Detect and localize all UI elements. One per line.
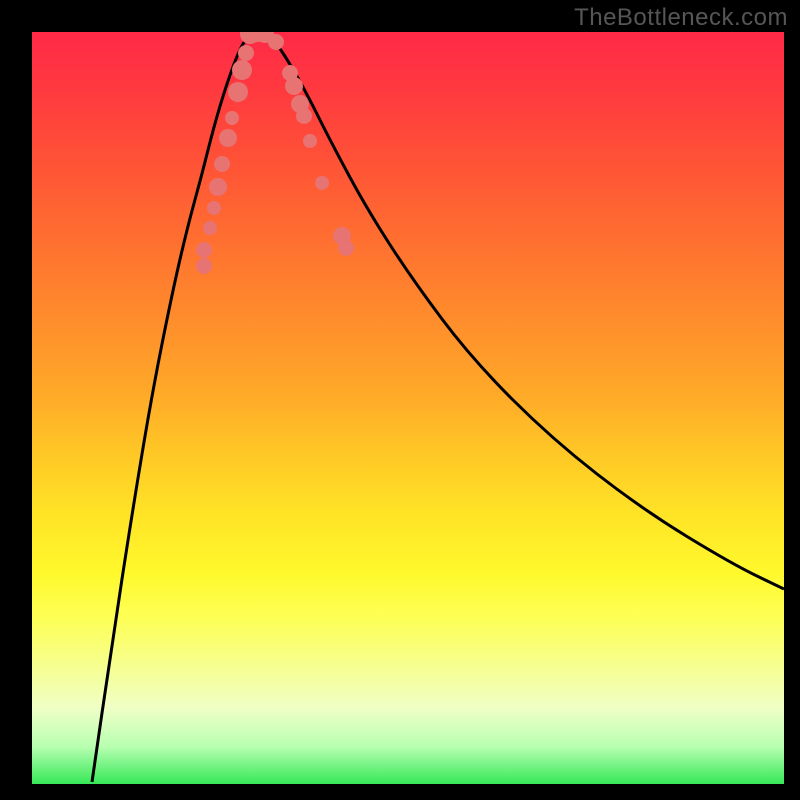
marker-dot: [196, 258, 212, 274]
marker-dot: [285, 77, 303, 95]
marker-dot: [225, 111, 239, 125]
marker-dot: [268, 34, 284, 50]
marker-dot: [207, 201, 221, 215]
marker-dot: [303, 134, 317, 148]
marker-dot: [232, 60, 252, 80]
chart-svg: [32, 32, 784, 784]
marker-dot: [238, 45, 254, 61]
bottleneck-curve: [92, 34, 784, 782]
marker-dot: [209, 178, 227, 196]
chart-frame: [32, 32, 784, 784]
marker-dot: [219, 129, 237, 147]
marker-dot: [315, 176, 329, 190]
curve-right: [267, 34, 784, 589]
marker-dot: [296, 108, 312, 124]
data-markers: [196, 32, 354, 274]
marker-dot: [196, 242, 212, 258]
marker-dot: [203, 221, 217, 235]
marker-dot: [228, 82, 248, 102]
marker-dot: [338, 240, 354, 256]
marker-dot: [214, 156, 230, 172]
watermark-text: TheBottleneck.com: [574, 4, 788, 32]
